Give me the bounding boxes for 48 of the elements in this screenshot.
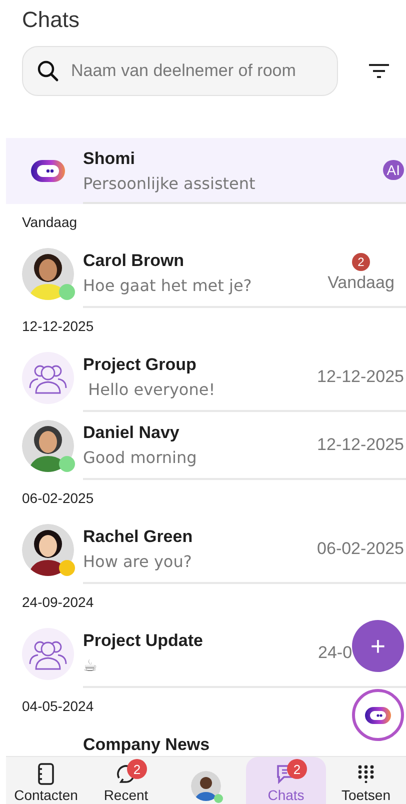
- chat-row[interactable]: Project Group Hello everyone! 12-12-2025: [6, 344, 406, 412]
- contact-name: Daniel Navy: [83, 423, 180, 443]
- contact-name: Company News: [83, 735, 211, 755]
- search-field[interactable]: Naam van deelnemer of room: [22, 46, 338, 96]
- nav-tab[interactable]: 2 Recent: [86, 757, 166, 804]
- ai-badge: AI: [382, 160, 404, 180]
- search-icon: [36, 59, 60, 83]
- page-title: Chats: [21, 6, 80, 34]
- filter-icon[interactable]: [369, 64, 389, 78]
- assistant-button[interactable]: [352, 689, 404, 741]
- contact-name: Rachel Green: [83, 527, 194, 547]
- group-icon: [22, 628, 74, 680]
- contact-name: Shomi: [83, 149, 136, 169]
- chat-row[interactable]: Rachel Green How are you? 06-02-2025: [6, 516, 406, 584]
- chat-date: 06-02-2025: [317, 539, 404, 559]
- count-badge: 2: [287, 759, 307, 779]
- message-preview: ☕: [83, 656, 98, 675]
- message-preview: Good morning: [83, 448, 198, 467]
- chat-date: 24-0: [318, 643, 352, 663]
- nav-tab[interactable]: 2 Chats: [246, 757, 326, 804]
- chat-date: 12-12-2025: [317, 367, 404, 387]
- chat-date: 12-12-2025: [317, 435, 404, 455]
- date-header: 06-02-2025: [22, 489, 94, 508]
- group-icon: [22, 352, 74, 404]
- count-badge: 2: [127, 759, 147, 779]
- assistant-row[interactable]: Shomi Persoonlijke assistent AI: [6, 138, 406, 204]
- unread-badge: 2: [352, 253, 370, 271]
- date-header: 04-05-2024: [22, 697, 94, 716]
- contact-name: Project Group: [83, 355, 198, 375]
- date-header: 24-09-2024: [22, 593, 94, 612]
- chat-row[interactable]: Carol Brown Hoe gaat het met je? 2 Vandaag: [6, 240, 406, 308]
- message-preview: How are you?: [83, 552, 193, 571]
- assistant-icon: [31, 160, 65, 182]
- assistant-icon: [365, 706, 391, 724]
- date-header: Vandaag: [22, 213, 78, 232]
- nav-tab[interactable]: Toetsen: [326, 757, 406, 804]
- message-preview: Hoe gaat het met je?: [83, 276, 253, 295]
- nav-tab[interactable]: Contacten: [6, 757, 86, 804]
- contact-name: Project Update: [83, 631, 204, 651]
- chat-date: Vandaag: [328, 273, 394, 293]
- message-preview: Persoonlijke assistent: [83, 174, 256, 193]
- message-preview: Hello everyone!: [87, 380, 216, 399]
- date-header: 12-12-2025: [22, 317, 94, 336]
- contact-name: Carol Brown: [83, 251, 186, 271]
- chat-row[interactable]: Daniel Navy Good morning 12-12-2025: [6, 412, 406, 480]
- keypad-icon: [358, 765, 374, 783]
- phonebook-icon: [38, 763, 54, 785]
- new-chat-button[interactable]: +: [352, 620, 404, 672]
